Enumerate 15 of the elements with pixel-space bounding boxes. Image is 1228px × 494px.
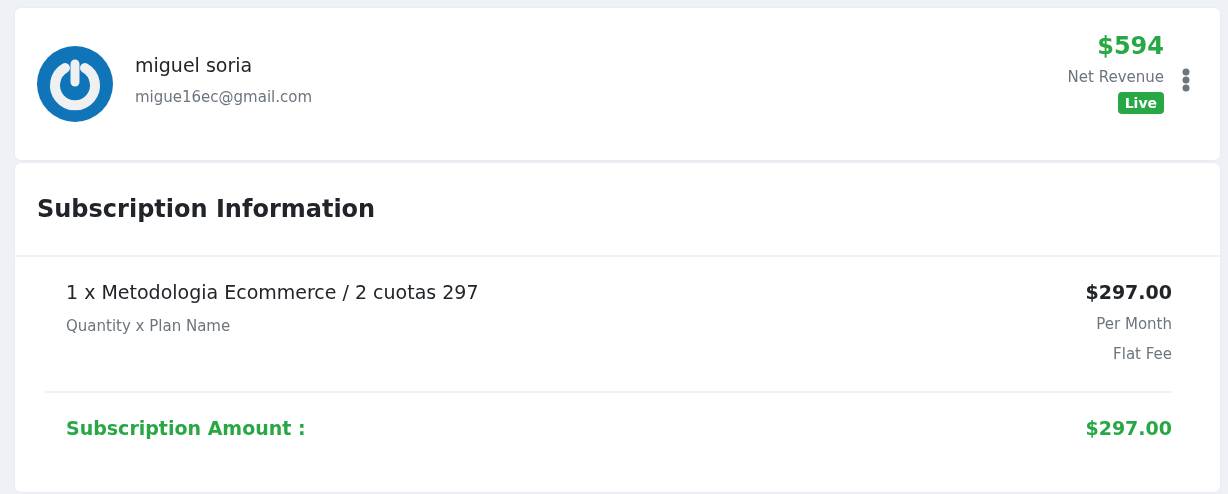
revenue-amount: $594	[1097, 32, 1164, 60]
avatar-icon	[37, 46, 113, 122]
total-amount: $297.00	[1085, 417, 1172, 439]
revenue-label: Net Revenue	[1067, 68, 1164, 86]
section-title: Subscription Information	[37, 195, 376, 223]
plan-caption: Quantity x Plan Name	[66, 317, 232, 335]
status-badge: Live	[1117, 92, 1164, 114]
plan-price: $297.00	[1085, 281, 1172, 303]
plan-name: 1 x Metodologia Ecommerce / 2 cuotas 297	[66, 281, 479, 303]
fee-type: Flat Fee	[1113, 345, 1172, 363]
customer-name: miguel soria	[135, 54, 254, 76]
customer-email: migue16ec@gmail.com	[135, 88, 314, 106]
billing-period: Per Month	[1096, 315, 1172, 333]
more-icon	[1182, 68, 1190, 92]
total-label: Subscription Amount :	[66, 417, 306, 439]
